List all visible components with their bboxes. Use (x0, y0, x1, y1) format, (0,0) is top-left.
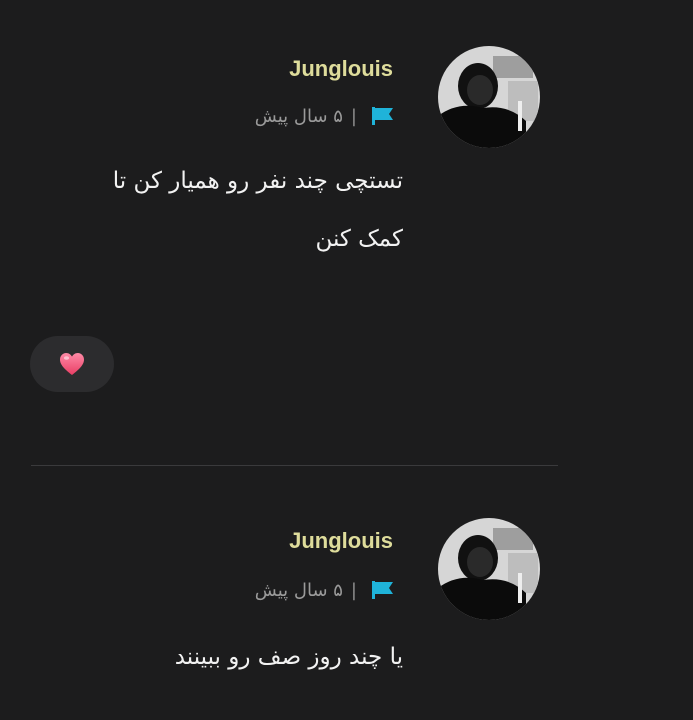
comment-text: تستچی چند نفر رو همیار کن تا کمک کنن (113, 152, 403, 268)
comment-divider (31, 465, 558, 466)
flag-icon[interactable] (371, 106, 395, 126)
timestamp: ۵ سال پیش (254, 579, 343, 601)
meta-separator: | (350, 105, 357, 127)
heart-icon (60, 353, 84, 375)
user-avatar[interactable] (438, 46, 540, 148)
avatar-image (438, 46, 540, 148)
comment-meta: | ۵ سال پیش (255, 104, 395, 128)
timestamp: ۵ سال پیش (254, 105, 343, 127)
comment-text-line: کمک کنن (315, 226, 403, 252)
comment-text-line: یا چند روز صف رو ببینند (174, 644, 403, 670)
meta-separator: | (350, 579, 357, 601)
username[interactable]: Junglouis (289, 56, 393, 82)
comment-text-line: تستچی چند نفر رو همیار کن تا (112, 168, 403, 194)
comment-text: یا چند روز صف رو ببینند (175, 628, 403, 686)
avatar-image (438, 518, 540, 620)
username[interactable]: Junglouis (289, 528, 393, 554)
flag-icon[interactable] (371, 580, 395, 600)
user-avatar[interactable] (438, 518, 540, 620)
comment-meta: | ۵ سال پیش (255, 578, 395, 602)
reaction-button[interactable] (30, 336, 114, 392)
